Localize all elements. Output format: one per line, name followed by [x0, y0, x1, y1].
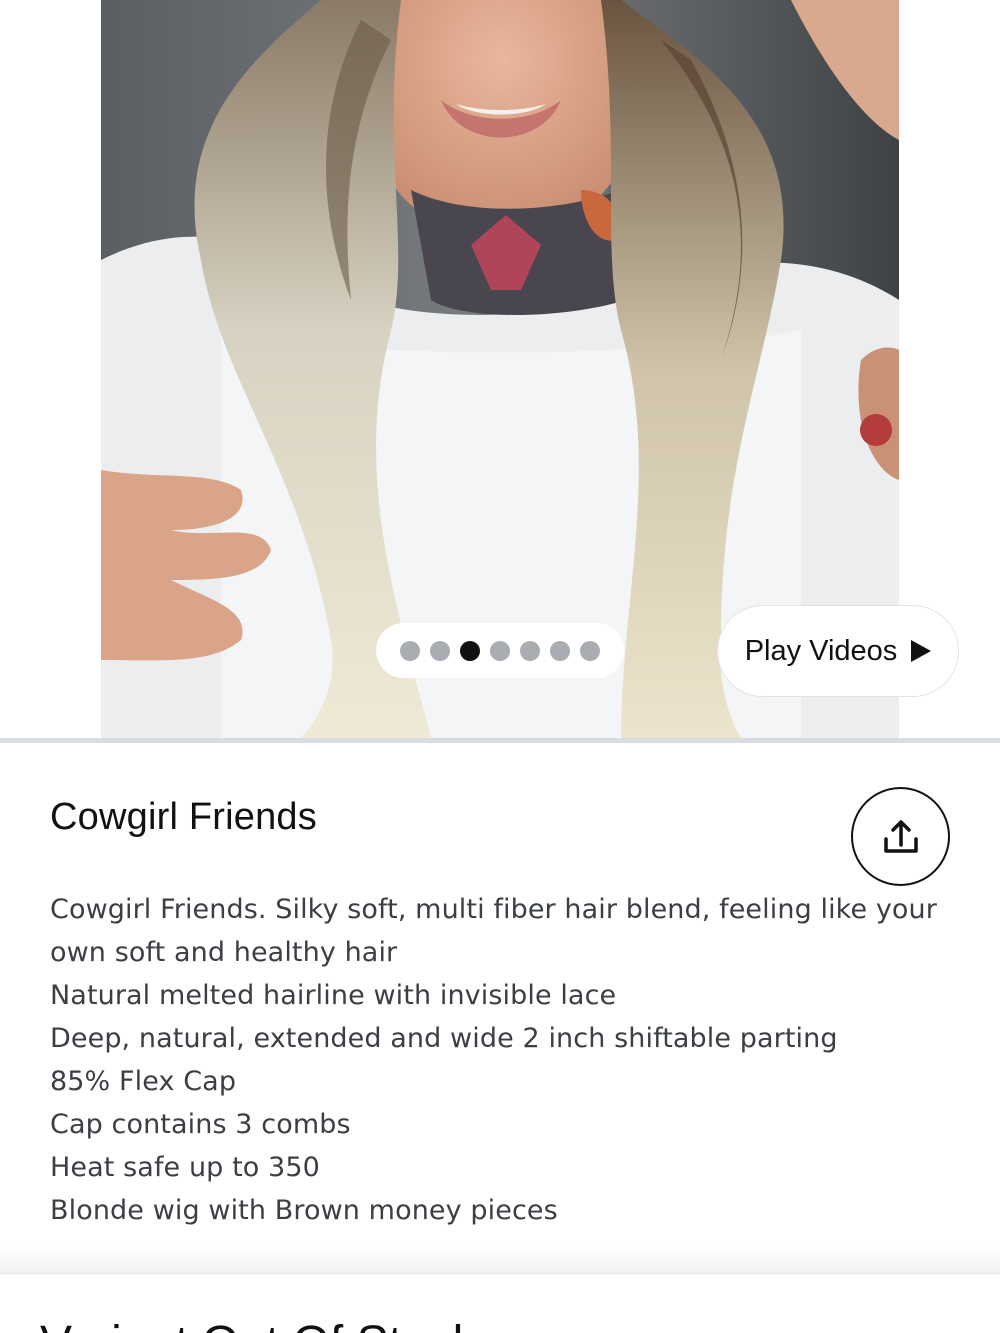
- product-description: Cowgirl Friends. Silky soft, multi fiber…: [50, 888, 960, 1232]
- description-line: Natural melted hairline with invisible l…: [50, 980, 617, 1011]
- product-title: Cowgirl Friends: [50, 796, 317, 838]
- section-separator: [0, 1244, 1000, 1274]
- pagination-dot[interactable]: [430, 640, 450, 661]
- pagination-dot[interactable]: [490, 640, 510, 661]
- gallery-pagination[interactable]: [376, 623, 624, 678]
- pagination-dot[interactable]: [400, 640, 420, 661]
- pagination-dot[interactable]: [550, 640, 570, 661]
- pagination-dot[interactable]: [520, 640, 540, 661]
- pagination-dot-active[interactable]: [460, 640, 480, 661]
- play-videos-label: Play Videos: [744, 634, 898, 667]
- description-line: 85% Flex Cap: [50, 1066, 237, 1097]
- product-page: Play Videos Cowgirl Friends Cowgirl Frie…: [0, 0, 1000, 1333]
- product-gallery[interactable]: Play Videos: [0, 0, 1000, 738]
- description-line: Deep, natural, extended and wide 2 inch …: [50, 1023, 838, 1054]
- share-button[interactable]: [851, 787, 950, 886]
- description-line: Heat safe up to 350: [50, 1152, 320, 1183]
- description-line: Cap contains 3 combs: [50, 1109, 351, 1140]
- share-icon: [883, 819, 918, 853]
- section-divider: [0, 738, 1000, 743]
- description-line: Cowgirl Friends. Silky soft, multi fiber…: [50, 894, 937, 968]
- description-line: Blonde wig with Brown money pieces: [50, 1195, 558, 1226]
- play-icon: [911, 640, 932, 662]
- play-videos-button[interactable]: Play Videos: [717, 605, 959, 697]
- pagination-dot[interactable]: [580, 640, 600, 661]
- variant-section: Variant Out Of Stock: [0, 1273, 1000, 1333]
- variant-section-title: Variant Out Of Stock: [40, 1316, 477, 1333]
